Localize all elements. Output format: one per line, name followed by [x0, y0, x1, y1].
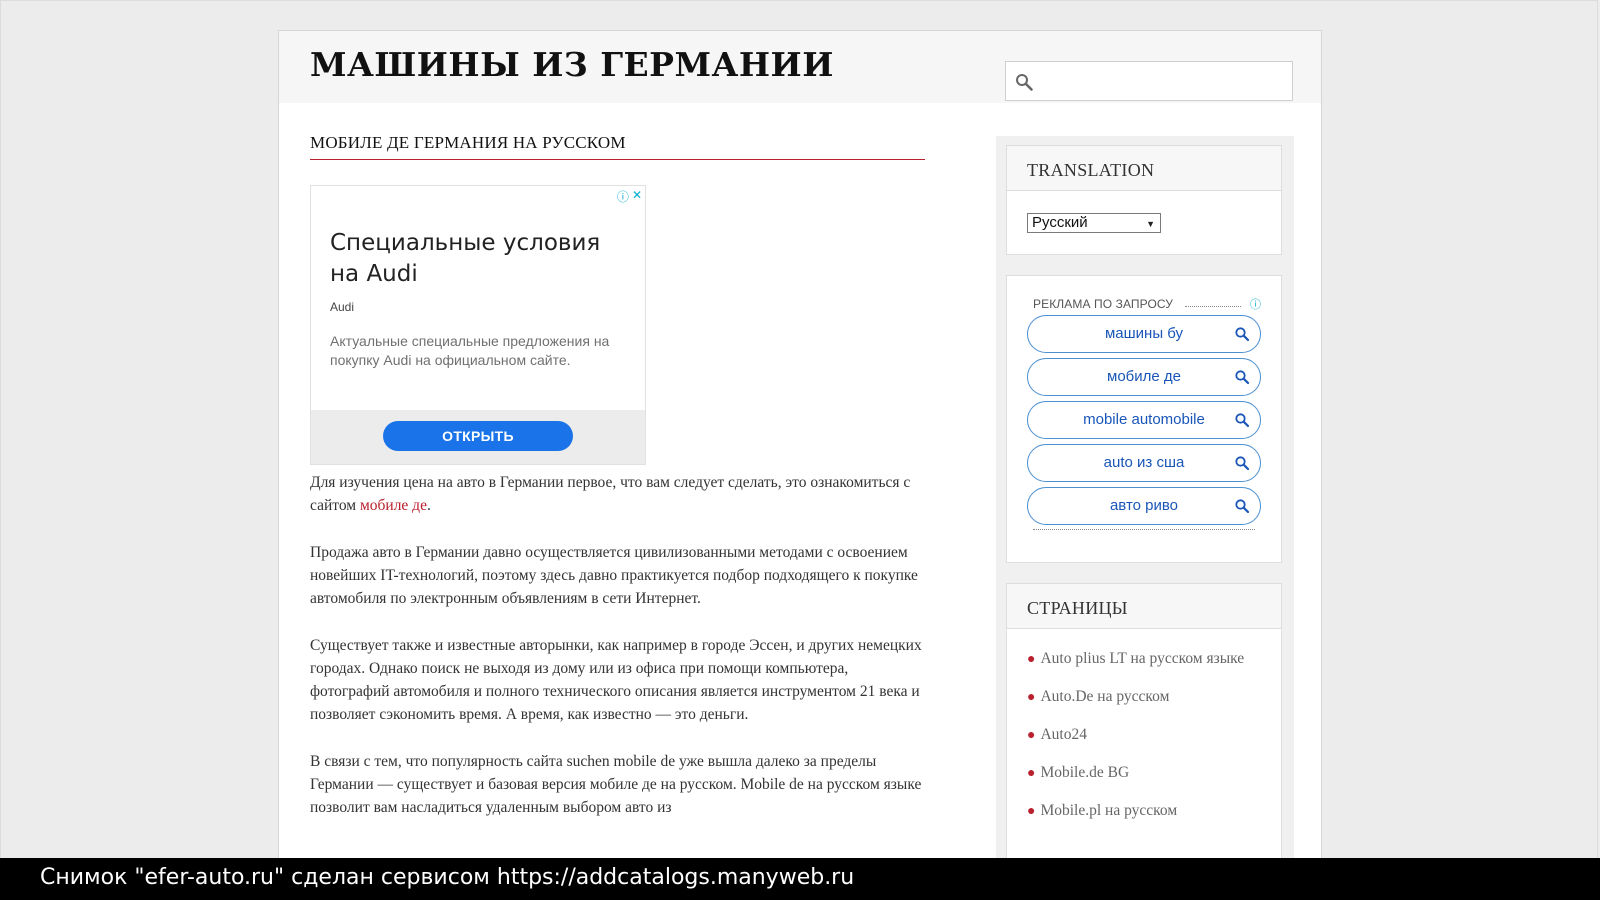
ad-links-bottom-divider: [1033, 529, 1255, 530]
dropdown-arrow-icon: ▼: [1146, 219, 1155, 229]
page-link-2[interactable]: Auto.De на русском: [1040, 688, 1169, 705]
ad-link-2-label: мобиле де: [1107, 368, 1181, 385]
ad-open-button[interactable]: ОТКРЫТЬ: [383, 421, 573, 451]
pages-widget: СТРАНИЦЫ ● Auto plius LT на русском языке…: [1006, 583, 1282, 900]
ad-info-icon[interactable]: ⓘ: [617, 188, 629, 205]
search-box[interactable]: [1005, 61, 1293, 101]
search-icon: [1235, 413, 1250, 428]
site-container: МАШИНЫ ИЗ ГЕРМАНИИ МОБИЛЕ ДЕ ГЕРМАНИЯ НА…: [278, 30, 1322, 900]
ad-link-3[interactable]: mobile automobile: [1027, 401, 1261, 439]
sidebar: TRANSLATION Русский ▼ РЕКЛАМА ПО ЗАПРОСУ…: [996, 136, 1294, 900]
ad-link-2[interactable]: мобиле де: [1027, 358, 1261, 396]
list-item: ● Mobile.de BG: [1027, 761, 1261, 785]
bullet-icon: ●: [1027, 652, 1036, 667]
ad-brand: Audi: [330, 300, 355, 314]
paragraph-1-end: .: [426, 497, 431, 514]
ad-link-4[interactable]: auto из сша: [1027, 444, 1261, 482]
translation-title: TRANSLATION: [1007, 146, 1281, 191]
paragraph-2: Продажа авто в Германии давно осуществля…: [310, 544, 918, 607]
language-select-value: Русский: [1032, 214, 1088, 231]
ad-links-widget: РЕКЛАМА ПО ЗАПРОСУ ⓘ машины бу мобиле де…: [1006, 275, 1282, 563]
paragraph-3: Существует также и известные авторынки, …: [310, 637, 922, 723]
site-title[interactable]: МАШИНЫ ИЗ ГЕРМАНИИ: [310, 45, 834, 84]
ad-link-1[interactable]: машины бу: [1027, 315, 1261, 353]
ad-description: Актуальные специальные предложения на по…: [330, 333, 610, 368]
search-icon: [1235, 327, 1250, 342]
bullet-icon: ●: [1027, 728, 1036, 743]
ad-links-label: РЕКЛАМА ПО ЗАПРОСУ: [1033, 297, 1174, 311]
search-input[interactable]: [1040, 68, 1289, 96]
translation-widget: TRANSLATION Русский ▼: [1006, 145, 1282, 255]
ad-headline[interactable]: Специальные условия на Audi: [330, 228, 630, 290]
ad-banner[interactable]: ⓘ ✕ Специальные условия на Audi Audi Акт…: [310, 185, 646, 465]
ad-links-info-icon[interactable]: ⓘ: [1250, 296, 1261, 312]
paragraph-1: Для изучения цена на авто в Германии пер…: [310, 471, 925, 517]
bullet-icon: ●: [1027, 766, 1036, 781]
ad-link-1-label: машины бу: [1104, 325, 1184, 342]
ad-link-3-label: mobile automobile: [1083, 411, 1205, 428]
ad-footer: ОТКРЫТЬ: [311, 410, 645, 464]
pages-list: ● Auto plius LT на русском языке ● Auto.De…: [1007, 629, 1281, 823]
ad-link-4-label: auto из сша: [1103, 454, 1185, 471]
page-link-5[interactable]: Mobile.pl на русском: [1040, 802, 1177, 819]
language-select[interactable]: Русский ▼: [1027, 213, 1161, 233]
page-link-3[interactable]: Auto24: [1040, 726, 1087, 743]
page-link-1[interactable]: Auto plius LT на русском языке: [1040, 650, 1244, 667]
list-item: ● Mobile.pl на русском: [1027, 799, 1261, 823]
ad-link-5[interactable]: авто риво: [1027, 487, 1261, 525]
bullet-icon: ●: [1027, 690, 1036, 705]
ad-links-divider: [1185, 306, 1241, 307]
search-icon: [1016, 74, 1033, 91]
post-title: МОБИЛЕ ДЕ ГЕРМАНИЯ НА РУССКОМ: [310, 133, 925, 160]
ad-controls: ⓘ ✕: [617, 188, 642, 205]
site-header: МАШИНЫ ИЗ ГЕРМАНИИ: [279, 31, 1321, 103]
list-item: ● Auto24: [1027, 723, 1261, 747]
search-icon: [1235, 370, 1250, 385]
list-item: ● Auto.De на русском: [1027, 685, 1261, 709]
post-body: Для изучения цена на авто в Германии пер…: [310, 471, 925, 819]
paragraph-4: В связи с тем, что популярность сайта su…: [310, 753, 922, 816]
mobile-de-link[interactable]: мобиле де: [360, 497, 427, 514]
main-content: МОБИЛЕ ДЕ ГЕРМАНИЯ НА РУССКОМ ⓘ ✕ Специа…: [310, 133, 925, 843]
search-icon: [1235, 456, 1250, 471]
list-item: ● Auto plius LT на русском языке: [1027, 647, 1261, 671]
ad-link-5-label: авто риво: [1109, 497, 1179, 514]
search-icon: [1235, 499, 1250, 514]
ad-close-icon[interactable]: ✕: [632, 188, 642, 205]
screenshot-caption: Снимок "efer-auto.ru" сделан сервисом ht…: [0, 858, 1600, 900]
page-link-4[interactable]: Mobile.de BG: [1040, 764, 1129, 781]
pages-title: СТРАНИЦЫ: [1007, 584, 1281, 629]
bullet-icon: ●: [1027, 804, 1036, 819]
